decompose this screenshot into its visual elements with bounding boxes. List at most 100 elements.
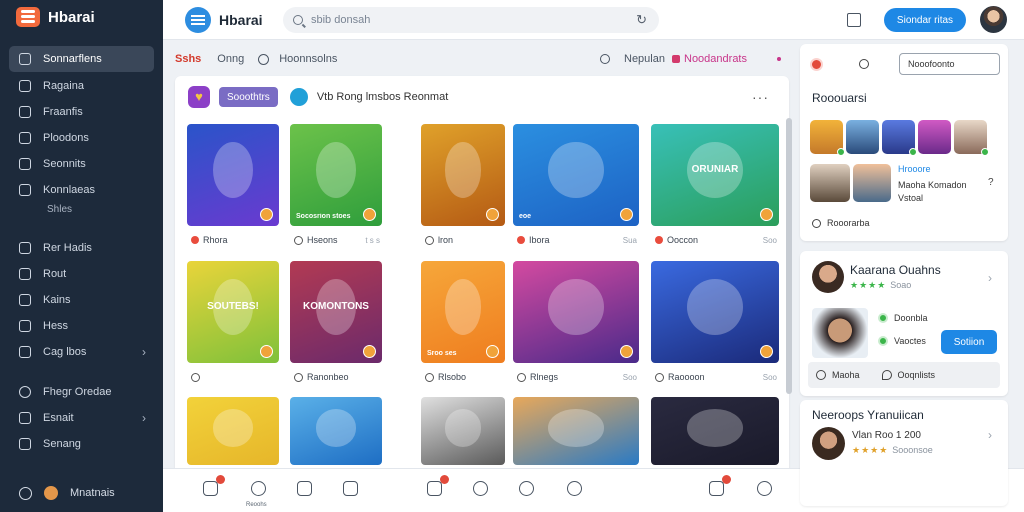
tile-meta[interactable]: Hseons t s s <box>294 233 380 247</box>
inbox-icon[interactable] <box>709 475 731 496</box>
contact-name[interactable]: Hrooore <box>898 164 931 174</box>
filter-three[interactable]: Nepulan <box>624 53 665 65</box>
message-input[interactable]: Nooofoonto <box>899 53 1000 75</box>
sidebar-item-11[interactable]: Fhegr Oredae <box>9 379 154 405</box>
avatar[interactable] <box>918 120 951 154</box>
sidebar-item-12[interactable]: Esnait › <box>9 405 154 431</box>
calendar-icon[interactable] <box>847 13 861 27</box>
tile-meta[interactable]: Ooccon Soo <box>655 233 777 247</box>
tile-meta[interactable]: Rlsobo <box>425 370 503 384</box>
filter-active[interactable]: Sshs <box>175 53 201 65</box>
info-icon[interactable]: ? <box>988 177 994 188</box>
sidebar-item-9[interactable]: Hess <box>9 313 154 339</box>
app-logo-icon[interactable] <box>185 6 211 33</box>
media-tile[interactable]: Socosrion stoes <box>290 124 382 226</box>
profile-option[interactable]: Vaoctes <box>878 336 926 346</box>
sidebar-item-5[interactable]: Konnlaeas <box>9 177 154 203</box>
sidebar-item-8[interactable]: Kains <box>9 287 154 313</box>
sidebar-item-10[interactable]: Cag lbos › <box>9 339 154 365</box>
plus-circle-icon[interactable] <box>19 486 32 500</box>
sidebar-account[interactable]: Mnatnais <box>0 486 163 500</box>
media-tile[interactable]: KOMONTONS <box>290 261 382 363</box>
history-icon[interactable] <box>251 481 266 496</box>
tile-meta[interactable]: Rlnegs Soo <box>517 370 637 384</box>
chevron-right-icon[interactable]: › <box>988 271 992 285</box>
online-status-icon <box>909 148 917 156</box>
heart-icon[interactable] <box>188 86 210 108</box>
sidebar-item-2[interactable]: Fraanfis <box>9 99 154 125</box>
sidebar-item-3[interactable]: Ploodons <box>9 125 154 151</box>
comment-icon[interactable] <box>881 370 892 380</box>
media-tile[interactable] <box>421 397 505 465</box>
filter-two[interactable]: Hoonnsolns <box>279 53 337 65</box>
inbox-icon[interactable] <box>203 475 225 496</box>
sidebar-item-0[interactable]: Sonnarflens <box>9 46 154 72</box>
sidebar-item-7[interactable]: Rout <box>9 261 154 287</box>
avatar[interactable] <box>810 120 845 156</box>
user-avatar[interactable] <box>980 6 1007 33</box>
user-icon[interactable] <box>757 481 772 496</box>
profile-avatar[interactable] <box>812 261 844 293</box>
more-options-icon[interactable]: ··· <box>752 89 769 105</box>
feed-pill[interactable]: Sooothtrs <box>219 87 278 107</box>
media-tile[interactable]: eoe <box>513 124 639 226</box>
media-tile[interactable]: SOUTEBS! <box>187 261 279 363</box>
avatar[interactable] <box>954 120 989 156</box>
media-tile[interactable] <box>513 397 639 465</box>
brand[interactable]: Hbarai <box>0 0 163 34</box>
media-tile[interactable] <box>651 397 779 465</box>
media-tile[interactable] <box>513 261 639 363</box>
search-icon[interactable] <box>859 59 869 69</box>
media-tile[interactable]: Sroo ses <box>421 261 505 363</box>
footer-action-b[interactable]: Ooqnlists <box>898 370 936 380</box>
media-tile[interactable] <box>290 397 382 465</box>
tile-meta[interactable]: Rhora <box>191 233 277 247</box>
sidebar-item-6[interactable]: Rer Hadis <box>9 235 154 261</box>
tile-meta[interactable]: lron <box>425 233 503 247</box>
search-icon[interactable] <box>519 481 534 496</box>
sidebar-item-1[interactable]: Ragaina <box>9 73 154 99</box>
profile-name[interactable]: Kaarana Ouahns <box>850 263 941 277</box>
media-tile[interactable] <box>651 261 779 363</box>
profile-action-button[interactable]: Sotiion <box>941 330 997 354</box>
tile-meta[interactable]: Raoooon Soo <box>655 370 777 384</box>
suggestion-title: Neeroops Yranuiican <box>812 408 924 422</box>
tile-artwork <box>548 142 604 199</box>
profile-option[interactable]: Doonbla <box>878 313 928 323</box>
sidebar-item-sublabel[interactable]: Shles <box>0 203 163 221</box>
tile-meta[interactable] <box>191 370 277 384</box>
filter-one[interactable]: Onng <box>217 53 244 65</box>
sidebar-item-label: Konnlaeas <box>43 184 95 196</box>
avatar[interactable] <box>810 164 850 202</box>
media-tile[interactable]: ORUNIAR <box>651 124 779 226</box>
footer-action-a[interactable]: Maoha <box>832 370 860 380</box>
suggestion-avatar[interactable] <box>812 427 845 460</box>
avatar[interactable] <box>846 120 879 154</box>
refresh-icon[interactable]: ↻ <box>636 12 647 28</box>
chat-icon[interactable] <box>816 370 826 380</box>
people-footer[interactable]: Rooorarba <box>812 218 870 228</box>
chat-icon[interactable] <box>567 481 582 496</box>
chat-icon[interactable] <box>258 53 270 65</box>
home-icon[interactable] <box>297 481 312 496</box>
record-icon[interactable] <box>810 57 823 71</box>
avatar[interactable] <box>853 164 891 202</box>
bell-icon[interactable] <box>343 481 358 496</box>
media-tile[interactable] <box>187 397 279 465</box>
sidebar-item-13[interactable]: Senang <box>9 431 154 457</box>
tile-meta[interactable]: Ranonbeo <box>294 370 380 384</box>
scrollbar[interactable] <box>786 118 792 394</box>
chevron-right-icon[interactable]: › <box>988 428 992 442</box>
search-icon[interactable] <box>600 54 610 64</box>
avatar[interactable] <box>882 120 917 156</box>
sidebar-item-4[interactable]: Seonnits <box>9 151 154 177</box>
media-tile[interactable] <box>187 124 279 226</box>
compass-icon[interactable] <box>473 481 488 496</box>
filter-four[interactable]: Noodandrats <box>684 53 747 65</box>
tile-meta[interactable]: Ibora Sua <box>517 233 637 247</box>
inbox-icon[interactable] <box>427 475 449 496</box>
primary-action-button[interactable]: Siondar ritas <box>884 8 966 32</box>
search-input[interactable]: sbib donsah ↻ <box>283 7 659 33</box>
suggestion-name[interactable]: Vlan Roo 1 200 <box>852 430 921 441</box>
media-tile[interactable] <box>421 124 505 226</box>
